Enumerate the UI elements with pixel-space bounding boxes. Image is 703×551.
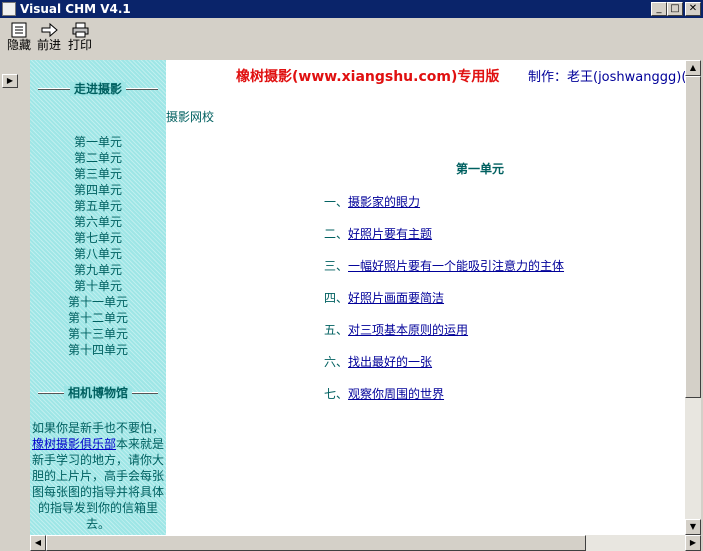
school-label: 摄影网校 — [166, 110, 215, 124]
horizontal-scroll-thumb[interactable] — [46, 535, 586, 551]
lesson-link[interactable]: 摄影家的眼力 — [348, 195, 420, 209]
unit-link[interactable]: 第十单元 — [30, 278, 166, 294]
lesson-number: 五、 — [324, 323, 349, 337]
lesson-link[interactable]: 观察你周围的世界 — [348, 387, 444, 401]
unit-link[interactable]: 第六单元 — [30, 214, 166, 230]
navigation-pane: 走进摄影 第一单元 第二单元 第三单元 第四单元 第五单元 第六单元 第七单元 … — [30, 60, 166, 535]
intro-line: 如果你是新手也不要怕， — [31, 421, 164, 435]
minimize-button[interactable]: _ — [651, 2, 667, 16]
scroll-down-button[interactable]: ▼ — [685, 519, 701, 535]
hide-button[interactable]: 隐藏 — [2, 20, 36, 56]
banner-title: 橡树摄影(www.xiangshu.com)专用版 — [236, 69, 500, 85]
forward-label: 前进 — [36, 38, 61, 52]
scroll-left-button[interactable]: ◀ — [30, 535, 46, 551]
horizontal-scrollbar[interactable]: ◀ ▶ — [30, 535, 701, 551]
arrow-left-icon: ◀ — [34, 538, 42, 547]
forward-button[interactable]: 前进 — [32, 20, 66, 56]
lesson-number: 四、 — [324, 291, 349, 305]
lesson-link[interactable]: 一幅好照片要有一个能吸引注意力的主体 — [348, 259, 564, 273]
print-button[interactable]: 打印 — [63, 20, 97, 56]
lesson-item: 一、摄影家的眼力 — [324, 194, 564, 226]
section-title: 走进摄影 — [69, 82, 126, 96]
intro-line: 胆的上片片，高手会每张 — [31, 469, 164, 483]
club-link[interactable]: 橡树摄影俱乐部 — [32, 437, 116, 451]
lesson-link[interactable]: 好照片要有主题 — [348, 227, 432, 241]
vertical-scroll-thumb[interactable] — [685, 76, 701, 398]
title-bar: Visual CHM V4.1 _ □ ✕ — [0, 0, 703, 18]
help-frame: ▶ 走进摄影 第一单元 第二单元 第三单元 第四单元 第五单元 第六单元 第七单… — [0, 58, 703, 551]
vertical-scroll-track[interactable] — [685, 398, 701, 519]
unit-heading: 第一单元 — [456, 162, 505, 176]
arrow-right-icon: ▶ — [689, 538, 697, 547]
vertical-scrollbar[interactable]: ▲ ▼ — [685, 60, 701, 535]
lesson-number: 六、 — [324, 355, 349, 369]
scroll-right-button[interactable]: ▶ — [685, 535, 701, 551]
lesson-item: 三、一幅好照片要有一个能吸引注意力的主体 — [324, 258, 564, 290]
arrow-right-icon: ▶ — [6, 76, 14, 85]
lesson-list: 一、摄影家的眼力 二、好照片要有主题 三、一幅好照片要有一个能吸引注意力的主体 … — [324, 194, 564, 418]
unit-list: 第一单元 第二单元 第三单元 第四单元 第五单元 第六单元 第七单元 第八单元 … — [30, 134, 166, 358]
section-header-museum: 相机博物馆 — [38, 384, 158, 402]
unit-link[interactable]: 第一单元 — [30, 134, 166, 150]
lesson-number: 三、 — [324, 259, 349, 273]
unit-link[interactable]: 第十一单元 — [30, 294, 166, 310]
unit-link[interactable]: 第十二单元 — [30, 310, 166, 326]
close-icon: ✕ — [688, 3, 698, 14]
unit-link[interactable]: 第九单元 — [30, 262, 166, 278]
close-button[interactable]: ✕ — [685, 2, 701, 16]
author-credit: 制作：老王(joshwanggg)( — [528, 70, 685, 85]
lesson-number: 七、 — [324, 387, 349, 401]
unit-link[interactable]: 第三单元 — [30, 166, 166, 182]
arrow-down-icon: ▼ — [689, 522, 697, 531]
minimize-icon: _ — [656, 3, 662, 14]
lesson-item: 四、好照片画面要简洁 — [324, 290, 564, 322]
maximize-icon: □ — [670, 3, 680, 14]
lesson-item: 五、对三项基本原则的运用 — [324, 322, 564, 354]
window-title: Visual CHM V4.1 — [20, 2, 131, 16]
section-header-photography: 走进摄影 — [38, 80, 158, 98]
forward-icon — [41, 22, 58, 38]
arrow-up-icon: ▲ — [689, 63, 697, 72]
content-pane: 橡树摄影(www.xiangshu.com)专用版 制作：老王(joshwang… — [166, 60, 685, 535]
lesson-item: 二、好照片要有主题 — [324, 226, 564, 258]
app-icon[interactable] — [2, 2, 16, 16]
hide-label: 隐藏 — [6, 38, 31, 52]
intro-line: 去。 — [85, 517, 110, 531]
unit-link[interactable]: 第五单元 — [30, 198, 166, 214]
unit-link[interactable]: 第十四单元 — [30, 342, 166, 358]
unit-link[interactable]: 第七单元 — [30, 230, 166, 246]
lesson-number: 一、 — [324, 195, 349, 209]
unit-link[interactable]: 第四单元 — [30, 182, 166, 198]
lesson-link[interactable]: 好照片画面要简洁 — [348, 291, 444, 305]
maximize-button[interactable]: □ — [667, 2, 683, 16]
unit-link[interactable]: 第十三单元 — [30, 326, 166, 342]
unit-link[interactable]: 第二单元 — [30, 150, 166, 166]
lesson-link[interactable]: 对三项基本原则的运用 — [348, 323, 468, 337]
intro-line: 新手学习的地方，请你大 — [31, 453, 164, 467]
lesson-link[interactable]: 找出最好的一张 — [348, 355, 432, 369]
unit-link[interactable]: 第八单元 — [30, 246, 166, 262]
toolbar: 隐藏 前进 打印 — [0, 18, 703, 58]
intro-line: 的指导发到你的信箱里 — [37, 501, 158, 515]
section-title: 相机博物馆 — [63, 386, 132, 400]
print-icon — [72, 22, 89, 38]
intro-text: 如果你是新手也不要怕， 橡树摄影俱乐部本来就是 新手学习的地方，请你大 胆的上片… — [30, 420, 166, 532]
lesson-item: 六、找出最好的一张 — [324, 354, 564, 386]
intro-line: 本来就是 — [116, 437, 165, 451]
print-label: 打印 — [67, 38, 92, 52]
intro-line: 图每张图的指导并将具体 — [31, 485, 164, 499]
scroll-up-button[interactable]: ▲ — [685, 60, 701, 76]
toggle-pane-button[interactable]: ▶ — [2, 74, 18, 88]
lesson-number: 二、 — [324, 227, 349, 241]
hide-icon — [11, 22, 27, 38]
lesson-item: 七、观察你周围的世界 — [324, 386, 564, 418]
